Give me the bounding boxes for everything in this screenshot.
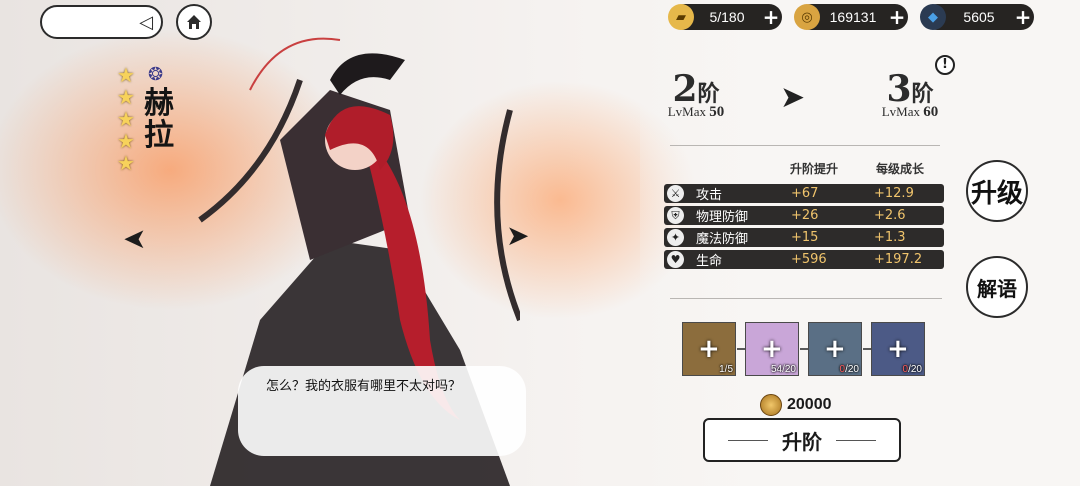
back-button[interactable]: ◁ [40,5,163,39]
sword-icon: ⚔ [667,185,684,202]
star-icon: ★ [117,107,135,131]
material-slot-3[interactable]: + 0/20 [808,322,862,376]
material-slot-1[interactable]: + 1/5 [682,322,736,376]
stat-row-hp: ♥ 生命 +596 +197.2 [664,250,944,269]
add-gold-button[interactable]: + [886,5,908,29]
back-arrow-icon: ◁ [139,12,153,33]
stat-label: 物理防御 [696,210,749,225]
stat-growth: +197.2 [874,252,923,267]
stat-label: 生命 [696,254,723,269]
rank-up-arrow-icon: ➤ [780,80,806,115]
stamina-book-icon: ▰ [668,4,694,30]
growth-header: 每级成长 [876,162,925,176]
divider [670,145,940,146]
stat-row-physical-defense: ⛨ 物理防御 +26 +2.6 [664,206,944,225]
add-stamina-button[interactable]: + [760,5,782,29]
slot-connector [863,348,871,350]
resource-stamina: ▰ 5/180 + [668,4,782,30]
add-icon: + [824,334,846,364]
material-slot-4[interactable]: + 0/20 [871,322,925,376]
next-character-arrow-icon[interactable]: ➤ [506,219,529,252]
rank-up-button[interactable]: 升阶 [703,418,901,462]
star-rating: ★ ★ ★ ★ ★ [117,64,139,174]
stat-row-attack: ⚔ 攻击 +67 +12.9 [664,184,944,203]
material-count: 54/20 [770,364,796,375]
cost-value: 20000 [787,396,832,413]
star-icon: ★ [117,129,135,153]
stat-growth: +2.6 [874,208,906,223]
lvmax-value: 50 [709,104,725,120]
material-count: 1/5 [719,364,733,375]
level-up-button[interactable]: 升级 [966,160,1028,222]
element-emblem-icon: ❂ [148,64,164,85]
slot-connector [800,348,808,350]
gold-coin-icon: ◎ [794,4,820,30]
stat-row-magic-defense: ✦ 魔法防御 +15 +1.3 [664,228,944,247]
star-icon: ★ [117,151,135,175]
add-icon: + [887,334,909,364]
blue-crystal-icon: ◆ [920,4,946,30]
stat-growth: +1.3 [874,230,906,245]
stat-boost: +67 [791,186,819,201]
interpret-button[interactable]: 解语 [966,256,1028,318]
resource-value: 169131 [829,9,877,25]
resource-crystal: ◆ 5605 + [920,4,1034,30]
magic-shield-icon: ✦ [667,229,684,246]
info-alert-icon[interactable]: ! [935,55,955,75]
lvmax-label: LvMax [881,104,921,119]
stat-boost: +26 [791,208,819,223]
decor-line [836,439,876,441]
decor-line [728,439,768,441]
current-rank: 2阶 LvMax 50 [664,68,728,121]
divider [670,298,942,299]
resource-value: 5/180 [709,9,745,25]
add-icon: + [761,334,783,364]
stat-growth: +12.9 [874,186,914,201]
add-icon: + [698,334,720,364]
lvmax-label: LvMax [667,104,707,119]
star-icon: ★ [117,85,135,109]
boost-header: 升阶提升 [790,162,839,176]
slot-connector [737,348,745,350]
stat-boost: +15 [791,230,819,245]
add-crystal-button[interactable]: + [1012,5,1034,29]
material-count: 0/20 [902,364,922,375]
rank-up-label: 升阶 [782,429,822,454]
home-button[interactable] [176,4,212,40]
character-name: 赫拉 [144,86,174,153]
material-slot-2[interactable]: + 54/20 [745,322,799,376]
gold-coin-icon [760,394,782,416]
resource-gold: ◎ 169131 + [794,4,908,30]
dialog-bubble: 怎么？我的衣服有哪里不太对吗？ [238,366,526,456]
home-icon [187,15,201,29]
stat-label: 攻击 [696,188,723,203]
lvmax-value: 60 [923,104,939,120]
stat-label: 魔法防御 [696,232,749,247]
prev-character-arrow-icon[interactable]: ➤ [123,222,146,255]
resource-value: 5605 [963,9,995,25]
shield-icon: ⛨ [667,207,684,224]
dialog-text: 怎么？我的衣服有哪里不太对吗？ [266,379,462,394]
heart-icon: ♥ [667,251,684,268]
star-icon: ★ [117,63,135,87]
next-rank: 3阶 LvMax 60 [878,68,942,121]
stat-boost: +596 [791,252,827,267]
material-count: 0/20 [839,364,859,375]
upgrade-cost: 20000 [760,394,832,416]
